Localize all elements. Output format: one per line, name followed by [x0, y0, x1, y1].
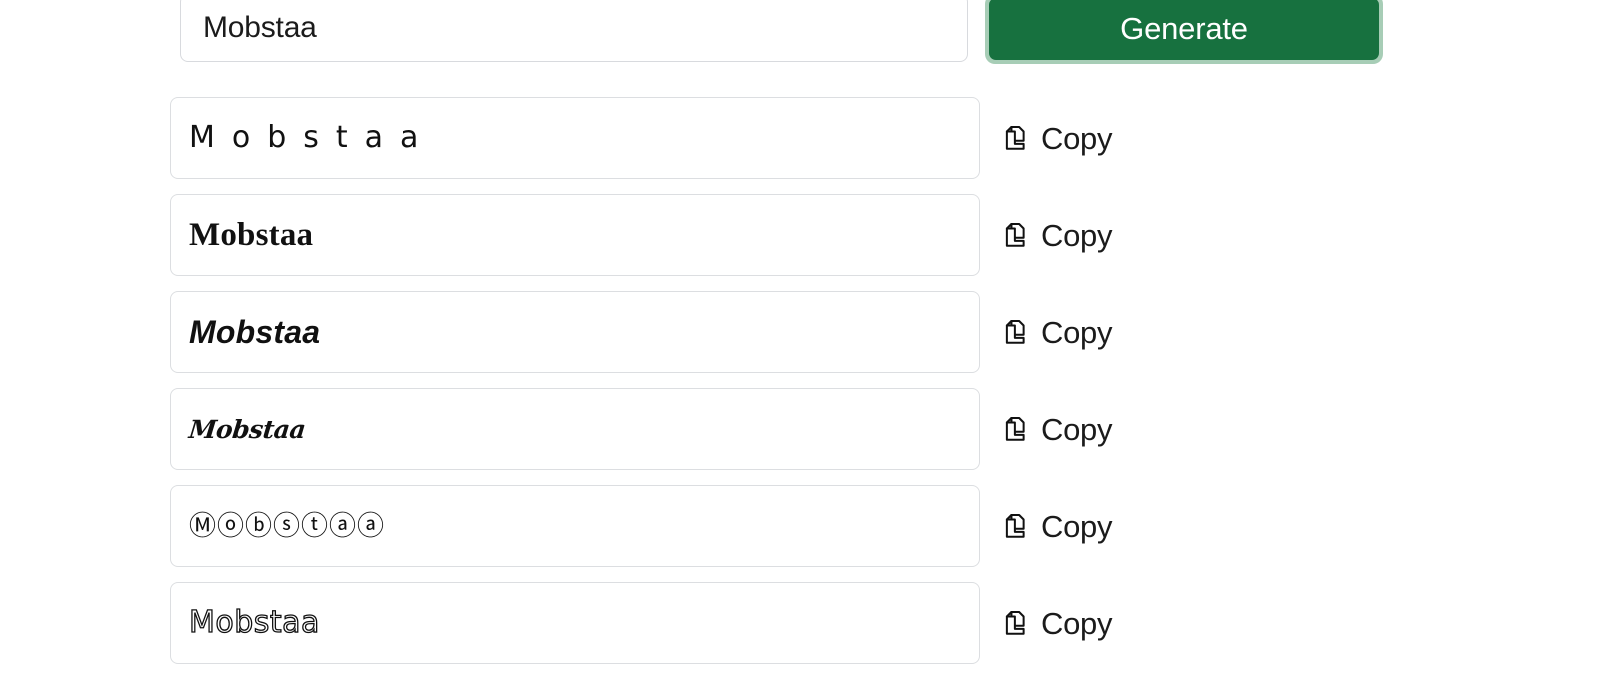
result-text-box[interactable]: Mobstaa [170, 582, 980, 664]
styled-text: Mobstaa [188, 605, 320, 640]
copy-icon [1005, 611, 1025, 635]
fancy-text-generator-page: Generate Mobstaa Copy Mobstaa [0, 0, 1600, 664]
copy-button[interactable]: Copy [1002, 608, 1112, 639]
name-input[interactable] [180, 0, 968, 62]
copy-button-label: Copy [1041, 508, 1113, 544]
copy-button-label: Copy [1041, 314, 1113, 350]
result-text-box[interactable]: Mobstaa [170, 97, 980, 179]
generate-button-focus-ring: Generate [985, 0, 1383, 64]
copy-icon [1005, 417, 1025, 441]
result-row: Mobstaa Copy [170, 194, 1420, 276]
copy-button[interactable]: Copy [1002, 123, 1112, 154]
result-row: Mobstaa Copy [170, 97, 1420, 179]
copy-button[interactable]: Copy [1002, 220, 1112, 251]
styled-text: Mobstaa [187, 414, 307, 444]
styled-text: Mobstaa [189, 216, 314, 253]
result-row: Mobstaa Copy [170, 388, 1420, 470]
copy-icon [1005, 514, 1025, 538]
styled-text: Mobstaa [189, 314, 321, 350]
copy-button[interactable]: Copy [1002, 511, 1112, 542]
copy-icon [1005, 320, 1025, 344]
styled-text: Ⓜⓞⓑⓢⓣⓐⓐ [189, 510, 385, 542]
result-text-box[interactable]: Ⓜⓞⓑⓢⓣⓐⓐ [170, 485, 980, 567]
generator-bar: Generate [180, 0, 1385, 68]
result-text-box[interactable]: Mobstaa [170, 194, 980, 276]
result-row: Mobstaa Copy [170, 582, 1420, 664]
copy-button[interactable]: Copy [1002, 317, 1112, 348]
copy-icon [1005, 126, 1025, 150]
copy-icon [1005, 223, 1025, 247]
copy-button-label: Copy [1041, 120, 1113, 156]
generate-button[interactable]: Generate [989, 0, 1379, 60]
result-row: Ⓜⓞⓑⓢⓣⓐⓐ Copy [170, 485, 1420, 567]
styled-text: Mobstaa [189, 120, 436, 155]
copy-button-label: Copy [1041, 217, 1113, 253]
copy-button-label: Copy [1041, 411, 1113, 447]
result-text-box[interactable]: Mobstaa [170, 291, 980, 373]
results-list: Mobstaa Copy Mobstaa Copy Mobstaa Copy M… [170, 97, 1420, 679]
copy-button-label: Copy [1041, 605, 1113, 641]
copy-button[interactable]: Copy [1002, 414, 1112, 445]
result-text-box[interactable]: Mobstaa [170, 388, 980, 470]
result-row: Mobstaa Copy [170, 291, 1420, 373]
